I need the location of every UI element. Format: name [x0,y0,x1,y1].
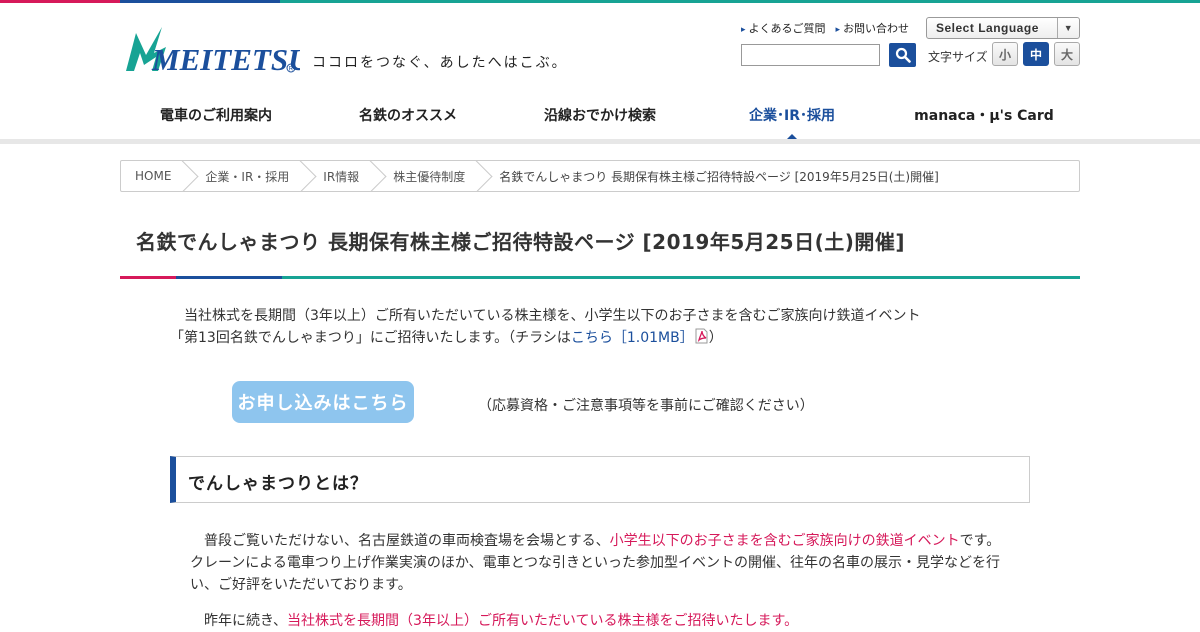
nav-item-manaca[interactable]: manaca・μ's Card [888,95,1080,143]
intro-line-2: 「第13回名鉄でんしゃまつり」にご招待いたします。（チラシはこちら［1.01MB… [170,327,950,349]
language-select[interactable]: Select Language ▼ [926,17,1080,39]
paragraph-1-text: 普段ご覧いただけない、名古屋鉄道の車両検査場を会場とする、 [204,533,610,549]
section-heading: でんしゃまつりとは？ [170,456,1030,503]
nav-item-corporate[interactable]: 企業･IR･採用 [696,95,888,143]
font-size-label: 文字サイズ [928,50,988,64]
svg-text:R: R [289,67,294,73]
breadcrumb-shareholder-benefits[interactable]: 株主優待制度 [373,161,479,191]
section-paragraph-1: 普段ご覧いただけない、名古屋鉄道の車両検査場を会場とする、小学生以下のお子さまを… [190,530,1010,596]
nav-item-railway-guide[interactable]: 電車のご利用案内 [120,95,312,143]
breadcrumb-ir[interactable]: IR情報 [303,161,373,191]
font-size-large-button[interactable]: 大 [1054,42,1080,66]
breadcrumb-corporate[interactable]: 企業・IR・採用 [185,161,303,191]
font-size-small-button[interactable]: 小 [992,42,1018,66]
intro-line-2-close: ） [708,330,723,346]
tagline: ココロをつなぐ、あしたへはこぶ。 [312,55,568,71]
meitetsu-logo[interactable]: MEITETSU R [122,23,312,77]
global-nav: 電車のご利用案内 名鉄のオススメ 沿線おでかけ検索 企業･IR･採用 manac… [120,95,1080,143]
pdf-icon[interactable] [694,328,709,344]
apply-button[interactable]: お申し込みはこちら [232,381,414,423]
nav-divider [0,139,1200,144]
breadcrumb-current: 名鉄でんしゃまつり 長期保有株主様ご招待特設ページ [2019年5月25日(土)… [499,169,939,184]
section-paragraph-2: 昨年に続き、当社株式を長期間（3年以上）ご所有いただいている株主様をご招待いたし… [190,610,1010,632]
nav-item-recommend[interactable]: 名鉄のオススメ [312,95,504,143]
paragraph-2-highlight: 当社株式を長期間（3年以上）ご所有いただいている株主様をご招待いたします。 [287,613,799,629]
faq-link[interactable]: よくあるご質問 [741,20,826,36]
search-input[interactable] [741,44,880,66]
apply-note: （応募資格・ご注意事項等を事前にご確認ください） [478,398,814,414]
language-select-label: Select Language [936,21,1039,35]
flyer-pdf-link[interactable]: こちら［1.01MB］ [571,330,694,346]
utility-links: よくあるご質問 お問い合わせ [741,20,910,36]
intro-text: 当社株式を長期間（3年以上）ご所有いただいている株主様を、小学生以下のお子さまを… [170,305,950,349]
paragraph-2-text: 昨年に続き、 [204,613,288,629]
paragraph-1-highlight: 小学生以下のお子さまを含むご家族向けの鉄道イベント [609,533,960,549]
contact-link[interactable]: お問い合わせ [836,20,909,36]
font-size-medium-button[interactable]: 中 [1023,42,1049,66]
chevron-down-icon: ▼ [1057,18,1079,38]
site-header: MEITETSU R ココロをつなぐ、あしたへはこぶ。 よくあるご質問 お問い合… [0,3,1200,95]
page-title: 名鉄でんしゃまつり 長期保有株主様ご招待特設ページ [2019年5月25日(土)… [136,230,905,254]
intro-line-2-text: 「第13回名鉄でんしゃまつり」にご招待いたします。（チラシは [170,330,571,346]
search-button[interactable] [889,43,916,67]
breadcrumb: HOME 企業・IR・採用 IR情報 株主優待制度 名鉄でんしゃまつり 長期保有… [120,160,1080,192]
intro-line-1: 当社株式を長期間（3年以上）ご所有いただいている株主様を、小学生以下のお子さまを… [184,308,921,324]
title-underline [120,276,1080,279]
search-icon [895,47,911,63]
breadcrumb-home[interactable]: HOME [121,161,185,191]
nav-item-outing-search[interactable]: 沿線おでかけ検索 [504,95,696,143]
logo-wordmark: MEITETSU [151,42,300,75]
